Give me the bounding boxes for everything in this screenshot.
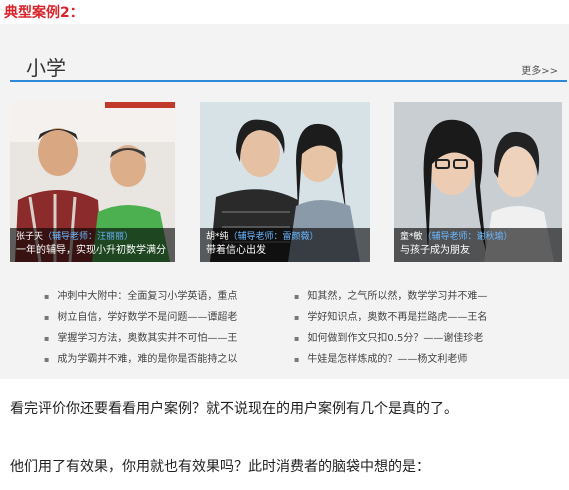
article-link[interactable]: 学好知识点，奥数不再是拦路虎——王名: [294, 307, 487, 328]
case-card-1[interactable]: 张子天（辅导老师：汪丽丽） 一年的辅导，实现小升初数学满分: [10, 102, 175, 262]
article-link[interactable]: 如何做到作文只扣0.5分？——谢佳珍老: [294, 328, 487, 349]
article-list-left: 冲刺中大附中：全面复习小学英语，重点 树立自信，学好数学不是问题——谭超老 掌握…: [44, 286, 237, 370]
student-name: 童*敏: [400, 232, 423, 242]
case-card-3[interactable]: 童*敏（辅导老师：谢秋瑜） 与孩子成为朋友: [394, 102, 562, 262]
card-tagline: 与孩子成为朋友: [400, 245, 470, 256]
card-caption: 张子天（辅导老师：汪丽丽） 一年的辅导，实现小升初数学满分: [10, 228, 175, 262]
student-name: 胡*纯: [206, 232, 229, 242]
card-tagline: 一年的辅导，实现小升初数学满分: [16, 245, 166, 256]
article-link[interactable]: 牛娃是怎样炼成的？——杨文利老师: [294, 349, 487, 370]
more-link[interactable]: 更多>>: [521, 62, 558, 77]
case-card-2[interactable]: 胡*纯（辅导老师：雷颜薇） 带着信心出发: [200, 102, 370, 262]
case-title: 典型案例2：: [4, 5, 84, 21]
card-caption: 童*敏（辅导老师：谢秋瑜） 与孩子成为朋友: [394, 228, 562, 262]
section-divider: [10, 80, 567, 82]
section-header: 小学 更多>>: [10, 54, 565, 80]
section-title: 小学: [26, 56, 66, 80]
article-link[interactable]: 冲刺中大附中：全面复习小学英语，重点: [44, 286, 237, 307]
article-link[interactable]: 成为学霸并不难，难的是你是否能持之以: [44, 349, 237, 370]
card-caption: 胡*纯（辅导老师：雷颜薇） 带着信心出发: [200, 228, 370, 262]
article-link[interactable]: 掌握学习方法，奥数其实并不可怕——王: [44, 328, 237, 349]
body-paragraph-1: 看完评价你还要看看用户案例？就不说现在的用户案例有几个是真的了。: [10, 401, 458, 417]
student-name: 张子天: [16, 232, 44, 242]
teacher-name: （辅导老师：汪丽丽）: [43, 232, 134, 242]
teacher-name: （辅导老师：谢秋瑜）: [422, 232, 513, 242]
article-link[interactable]: 树立自信，学好数学不是问题——谭超老: [44, 307, 237, 328]
article-list-right: 知其然，之气所以然，数学学习并不难— 学好知识点，奥数不再是拦路虎——王名 如何…: [294, 286, 487, 370]
body-paragraph-2: 他们用了有效果，你用就也有效果吗？此时消费者的脑袋中想的是：: [10, 459, 430, 475]
card-tagline: 带着信心出发: [206, 245, 266, 256]
teacher-name: （辅导老师：雷颜薇）: [228, 232, 319, 242]
article-link[interactable]: 知其然，之气所以然，数学学习并不难—: [294, 286, 487, 307]
